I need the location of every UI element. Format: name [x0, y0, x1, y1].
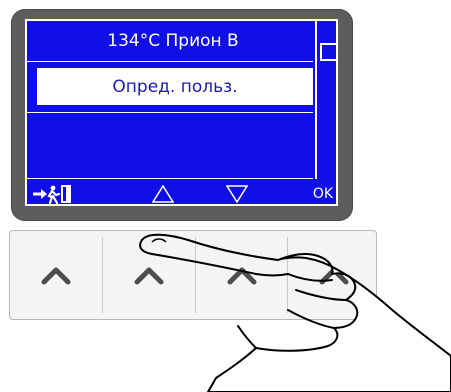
program-title: 134°C Прион В [107, 31, 239, 51]
chevron-up-icon [41, 267, 71, 285]
exit-door-icon [33, 185, 71, 204]
menu-divider [27, 112, 313, 113]
softkey-bar: OK [27, 182, 336, 204]
selected-menu-item[interactable]: Опред. польз. [37, 68, 313, 105]
chevron-up-icon [134, 267, 164, 285]
hardware-button-1[interactable] [10, 231, 102, 319]
menu-area: 134°C Прион В Опред. польз. [27, 21, 313, 179]
hardware-button-bar [9, 230, 377, 320]
hardware-button-4[interactable] [288, 231, 376, 319]
lcd-screen: 134°C Прион В Опред. польз. OK [25, 19, 338, 206]
up-softkey[interactable] [152, 182, 174, 204]
down-softkey[interactable] [226, 182, 248, 204]
hardware-button-3[interactable] [196, 231, 288, 319]
ok-softkey[interactable]: OK [311, 182, 335, 204]
chevron-up-icon [227, 267, 257, 285]
scroll-panel [315, 21, 336, 179]
device-bezel: 134°C Прион В Опред. польз. OK [11, 9, 353, 221]
menu-divider [27, 61, 313, 62]
chevron-up-icon [319, 267, 349, 285]
hardware-button-2[interactable] [103, 231, 195, 319]
menu-divider [27, 178, 313, 179]
exit-softkey[interactable] [31, 182, 79, 204]
triangle-up-icon [152, 185, 174, 203]
scroll-indicator [320, 43, 336, 61]
triangle-down-icon [226, 185, 248, 203]
